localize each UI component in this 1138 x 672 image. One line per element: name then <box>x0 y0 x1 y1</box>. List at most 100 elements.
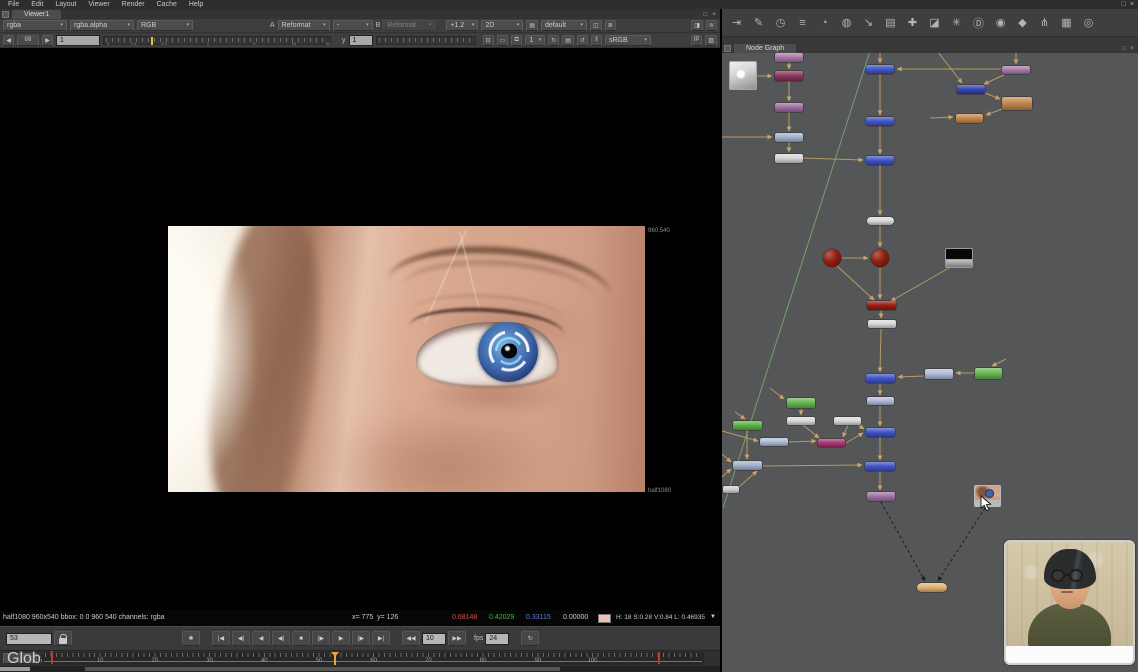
time-icon[interactable]: ◷ <box>773 16 788 29</box>
node-maroon-1[interactable] <box>775 71 803 81</box>
menu-viewer[interactable]: Viewer <box>83 0 114 9</box>
node-dot-pill[interactable] <box>867 217 894 225</box>
gamma-value-field[interactable]: 1 <box>349 35 373 46</box>
blend-mode-dropdown[interactable]: -▾ <box>333 20 373 31</box>
node-blue-5[interactable] <box>866 428 895 437</box>
status-caret-icon[interactable]: ▼ <box>710 614 716 620</box>
close-pane-icon[interactable]: × <box>712 11 716 18</box>
view-dimension-dropdown[interactable]: 2D▾ <box>481 20 523 31</box>
float-pane-icon[interactable]: □ <box>703 11 707 18</box>
menu-help[interactable]: Help <box>184 0 208 9</box>
colorspace-dropdown[interactable]: sRGB▾ <box>605 35 651 46</box>
pane-handle-icon[interactable] <box>2 11 9 18</box>
gain-prev-button[interactable]: ◀ <box>3 35 14 46</box>
node-ltblue-3[interactable] <box>733 461 762 470</box>
aperture-button[interactable]: f/8 <box>17 35 39 46</box>
play-forward-button[interactable]: ▶ <box>332 631 350 646</box>
node-magenta-2[interactable] <box>818 439 845 447</box>
next-keyframe-button[interactable]: |▶ <box>352 631 370 646</box>
transform-icon[interactable]: ✚ <box>905 16 920 29</box>
node-ltblue-4[interactable] <box>867 397 894 405</box>
node-white-3[interactable] <box>834 417 861 425</box>
node-darkblue-1[interactable] <box>957 85 985 94</box>
step-back-button[interactable]: ◀| <box>272 631 290 646</box>
views-icon[interactable]: ◉ <box>993 16 1008 29</box>
gain-next-button[interactable]: ▶ <box>42 35 53 46</box>
particles-icon[interactable]: ✳ <box>949 16 964 29</box>
node-green-3[interactable] <box>975 368 1002 379</box>
node-purple-1[interactable] <box>775 53 803 62</box>
viewer-cache-3-icon[interactable]: ‖ <box>591 35 602 46</box>
node-ltblue-1[interactable] <box>775 133 803 142</box>
node-red-circle-2[interactable] <box>871 249 889 267</box>
pane-handle-icon[interactable] <box>724 45 731 52</box>
keyer-icon[interactable]: ↘ <box>861 16 876 29</box>
viewer-cache-1-icon[interactable]: ▤ <box>562 35 574 46</box>
channels-dropdown[interactable]: rgba▾ <box>3 20 67 31</box>
scrollbar-handle[interactable] <box>85 667 560 671</box>
close-pane-icon[interactable]: × <box>1130 46 1134 52</box>
node-read-thumb[interactable] <box>729 61 757 90</box>
deep-icon[interactable]: Ⓓ <box>971 15 986 31</box>
color-icon[interactable]: ◔ <box>817 17 832 29</box>
skip-back-button[interactable]: ◀◀ <box>402 631 420 646</box>
menu-file[interactable]: File <box>3 0 24 9</box>
tab-viewer1[interactable]: Viewer1 <box>12 10 61 19</box>
scrollbar-handle[interactable] <box>0 667 30 671</box>
node-white-bar[interactable] <box>868 320 896 328</box>
float-window-icon[interactable]: □ <box>1122 1 1126 9</box>
node-blue-6[interactable] <box>865 462 895 471</box>
node-purple-3[interactable] <box>867 492 895 501</box>
plugins-icon[interactable]: ◎ <box>1081 16 1096 29</box>
node-green-1[interactable] <box>733 421 762 430</box>
gain-slider[interactable]: 00.10.3131064 <box>103 36 331 45</box>
draw-icon[interactable]: ✎ <box>751 16 766 29</box>
prev-keyframe-button[interactable]: ◀| <box>232 631 250 646</box>
skip-forward-button[interactable]: ▶▶ <box>448 631 466 646</box>
node-green-2[interactable] <box>787 398 815 408</box>
input-a-dropdown[interactable]: Reformat▾ <box>278 20 330 31</box>
image-icon[interactable]: ⇥ <box>729 16 744 29</box>
tab-node-graph[interactable]: Node Graph <box>734 44 796 53</box>
node-black-thumb[interactable] <box>945 248 973 268</box>
viewer-pane-corner-0-icon[interactable]: ◨ <box>691 20 703 31</box>
timeline-playhead[interactable] <box>334 652 336 665</box>
other-icon[interactable]: ▦ <box>1059 16 1074 29</box>
frame-lock-button[interactable] <box>54 631 72 646</box>
node-blue-2[interactable] <box>866 117 894 126</box>
float-pane-icon[interactable]: □ <box>1122 46 1126 52</box>
menu-layout[interactable]: Layout <box>50 0 81 9</box>
go-end-button[interactable]: ▶| <box>372 631 390 646</box>
viewer-analysis-1-icon[interactable]: ≣ <box>605 20 616 31</box>
go-start-button[interactable]: |◀ <box>212 631 230 646</box>
viewer-roi-0-icon[interactable]: ⊡ <box>483 35 494 46</box>
node-white-1[interactable] <box>775 154 803 163</box>
merge-icon[interactable]: ▤ <box>883 16 898 29</box>
play-backward-button[interactable]: ◀ <box>252 631 270 646</box>
timeline-ruler[interactable]: 102030405060708090100 <box>42 652 704 665</box>
frame-increment-dropdown[interactable]: 1▾ <box>525 35 545 46</box>
layer-book-icon[interactable]: ▤ <box>526 20 538 31</box>
node-purple-4[interactable] <box>1002 66 1030 74</box>
viewer-roi-1-icon[interactable]: ▭ <box>497 35 509 46</box>
node-white-2[interactable] <box>787 417 815 425</box>
node-orange-2[interactable] <box>956 114 983 123</box>
alpha-channel-dropdown[interactable]: rgba.alpha▾ <box>70 20 134 31</box>
frame-range-dropdown[interactable]: Global▾ <box>3 653 37 664</box>
node-blue-1[interactable] <box>866 65 894 74</box>
node-red-circle-1[interactable] <box>823 249 841 267</box>
viewer-scrollbar[interactable] <box>0 666 720 672</box>
node-viewer-node[interactable] <box>917 583 947 592</box>
input-b-dropdown[interactable]: Reformat▾ <box>383 20 435 31</box>
menu-edit[interactable]: Edit <box>26 0 48 9</box>
node-white-4[interactable] <box>723 486 739 493</box>
zoom-dropdown[interactable]: +1.2▾ <box>446 20 478 31</box>
viewer-analysis-0-icon[interactable]: ◫ <box>590 20 602 31</box>
node-ltblue-2[interactable] <box>760 438 788 446</box>
gain-value-field[interactable]: 1 <box>56 35 100 46</box>
display-mode-dropdown[interactable]: RGB▾ <box>137 20 193 31</box>
filter-icon[interactable]: ◍ <box>839 16 854 29</box>
threed-icon[interactable]: ◪ <box>927 16 942 29</box>
fps-field[interactable]: 24 <box>485 633 509 645</box>
node-red-bar[interactable] <box>867 301 896 310</box>
